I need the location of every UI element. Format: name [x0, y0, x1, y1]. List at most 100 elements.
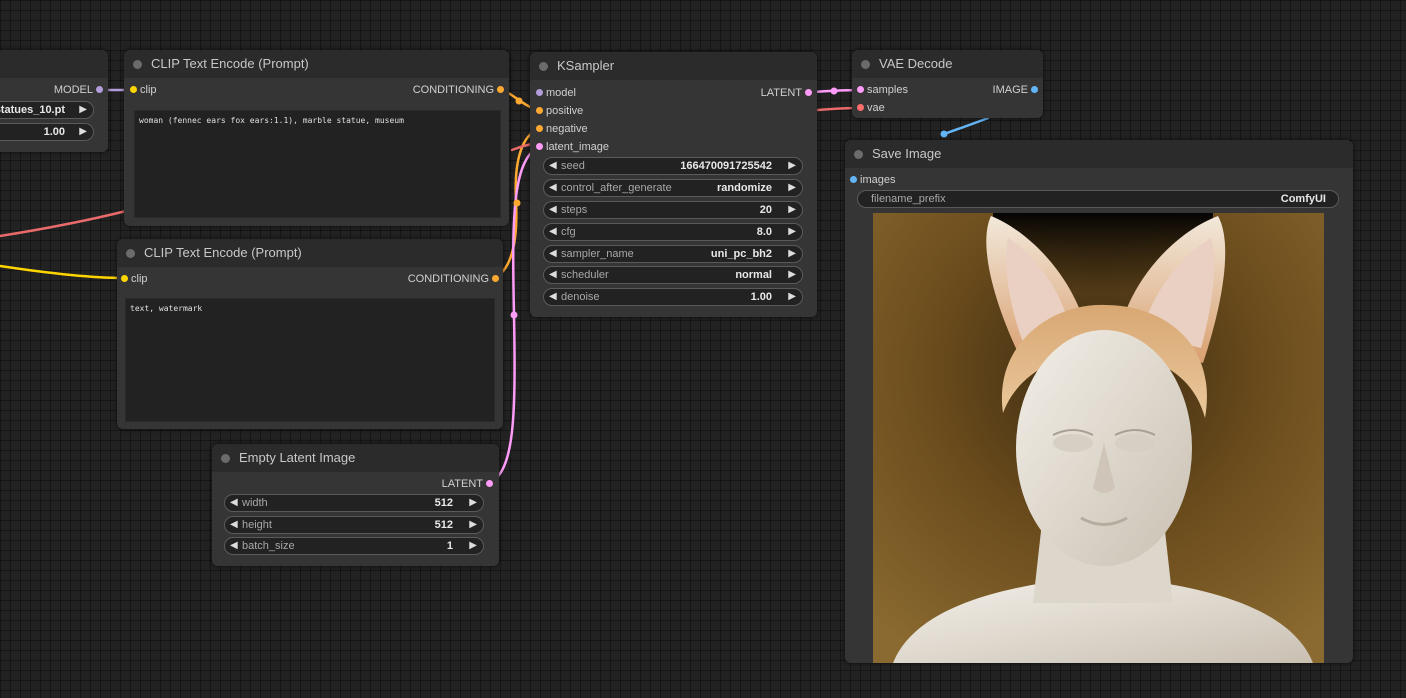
node-title-bar[interactable]: KSampler	[530, 52, 817, 80]
arrow-left-icon[interactable]: ◀	[549, 267, 557, 283]
empty-latent-image-node[interactable]: Empty Latent Image LATENT ◀ width 512 ▶ …	[212, 444, 499, 566]
model-slot-dot[interactable]	[96, 86, 103, 93]
widget-value: Statues_10.pt	[0, 104, 65, 116]
filename-prefix-widget[interactable]: filename_prefix ComfyUI	[857, 190, 1339, 208]
latent-slot-dot[interactable]	[805, 89, 812, 96]
input-slot-samples[interactable]: samples	[857, 83, 947, 97]
seed-widget[interactable]: ◀ seed 166470091725542 ▶	[543, 157, 803, 175]
steps-widget[interactable]: ◀ steps 20 ▶	[543, 201, 803, 219]
ksampler-node[interactable]: KSampler model positive negative latent_…	[530, 52, 817, 317]
latent-slot-dot[interactable]	[536, 143, 543, 150]
arrow-left-icon[interactable]: ◀	[230, 538, 238, 554]
strength-widget[interactable]: 1.00 ▶	[0, 123, 94, 141]
scheduler-widget[interactable]: ◀ scheduler normal ▶	[543, 266, 803, 284]
node-title-bar[interactable]: CLIP Text Encode (Prompt)	[117, 239, 503, 267]
wire-vae-to-ksampler-area	[510, 142, 534, 152]
collapse-dot-icon[interactable]	[126, 249, 135, 258]
collapse-dot-icon[interactable]	[133, 60, 142, 69]
output-slot-latent[interactable]: LATENT	[722, 86, 812, 100]
input-slot-clip[interactable]: clip	[121, 272, 201, 286]
arrow-right-icon[interactable]: ▶	[79, 102, 87, 118]
vae-slot-dot[interactable]	[857, 104, 864, 111]
input-slot-images[interactable]: images	[850, 173, 940, 187]
slot-label: positive	[546, 105, 584, 117]
slot-label: CONDITIONING	[407, 273, 489, 285]
input-slot-negative[interactable]: negative	[536, 122, 636, 136]
node-title-bar[interactable]: Empty Latent Image	[212, 444, 499, 472]
slot-label: IMAGE	[992, 84, 1028, 96]
arrow-right-icon[interactable]: ▶	[469, 517, 477, 533]
image-slot-dot[interactable]	[1031, 86, 1038, 93]
arrow-left-icon[interactable]: ◀	[549, 224, 557, 240]
arrow-left-icon[interactable]: ◀	[549, 202, 557, 218]
conditioning-slot-dot[interactable]	[536, 125, 543, 132]
reroute-dot	[830, 87, 838, 95]
arrow-right-icon[interactable]: ▶	[79, 124, 87, 140]
widget-name: scheduler	[561, 269, 609, 281]
slot-label: negative	[546, 123, 588, 135]
arrow-right-icon[interactable]: ▶	[788, 180, 796, 196]
cfg-widget[interactable]: ◀ cfg 8.0 ▶	[543, 223, 803, 241]
latent-slot-dot[interactable]	[486, 480, 493, 487]
node-title-bar[interactable]: Save Image	[845, 140, 1353, 168]
arrow-left-icon[interactable]: ◀	[549, 246, 557, 262]
input-slot-model[interactable]: model	[536, 86, 636, 100]
control-after-generate-widget[interactable]: ◀ control_after_generate randomize ▶	[543, 179, 803, 197]
image-slot-dot[interactable]	[850, 176, 857, 183]
widget-value: 20	[759, 204, 772, 216]
arrow-left-icon[interactable]: ◀	[230, 517, 238, 533]
generated-image-preview[interactable]	[873, 213, 1324, 663]
width-widget[interactable]: ◀ width 512 ▶	[224, 494, 484, 512]
denoise-widget[interactable]: ◀ denoise 1.00 ▶	[543, 288, 803, 306]
node-title-bar[interactable]	[0, 50, 108, 78]
arrow-right-icon[interactable]: ▶	[469, 495, 477, 511]
collapse-dot-icon[interactable]	[854, 150, 863, 159]
vae-decode-node[interactable]: VAE Decode samples vae IMAGE	[852, 50, 1043, 118]
input-slot-vae[interactable]: vae	[857, 101, 947, 115]
arrow-right-icon[interactable]: ▶	[788, 158, 796, 174]
arrow-left-icon[interactable]: ◀	[549, 289, 557, 305]
prompt-textarea[interactable]: text, watermark	[125, 298, 495, 422]
arrow-right-icon[interactable]: ▶	[788, 289, 796, 305]
height-widget[interactable]: ◀ height 512 ▶	[224, 516, 484, 534]
ckpt-name-widget[interactable]: Statues_10.pt ▶	[0, 101, 94, 119]
arrow-right-icon[interactable]: ▶	[469, 538, 477, 554]
arrow-left-icon[interactable]: ◀	[549, 180, 557, 196]
input-slot-clip[interactable]: clip	[130, 83, 210, 97]
collapse-dot-icon[interactable]	[861, 60, 870, 69]
slot-label: MODEL	[53, 84, 93, 96]
conditioning-slot-dot[interactable]	[536, 107, 543, 114]
output-slot-conditioning[interactable]: CONDITIONING	[379, 272, 499, 286]
conditioning-slot-dot[interactable]	[492, 275, 499, 282]
clip-text-encode-negative-node[interactable]: CLIP Text Encode (Prompt) clip CONDITION…	[117, 239, 503, 429]
prompt-textarea[interactable]: woman (fennec ears fox ears:1.1), marble…	[134, 110, 501, 218]
widget-value: 1	[446, 540, 453, 552]
arrow-right-icon[interactable]: ▶	[788, 267, 796, 283]
arrow-left-icon[interactable]: ◀	[549, 158, 557, 174]
node-title-bar[interactable]: CLIP Text Encode (Prompt)	[124, 50, 509, 78]
latent-slot-dot[interactable]	[857, 86, 864, 93]
sampler-name-widget[interactable]: ◀ sampler_name uni_pc_bh2 ▶	[543, 245, 803, 263]
output-slot-conditioning[interactable]: CONDITIONING	[384, 83, 504, 97]
arrow-right-icon[interactable]: ▶	[788, 246, 796, 262]
batch-size-widget[interactable]: ◀ batch_size 1 ▶	[224, 537, 484, 555]
widget-value: 166470091725542	[680, 160, 772, 172]
output-slot-model[interactable]: MODEL	[13, 83, 103, 97]
input-slot-positive[interactable]: positive	[536, 104, 636, 118]
save-image-node[interactable]: Save Image images filename_prefix ComfyU…	[845, 140, 1353, 663]
clip-slot-dot[interactable]	[130, 86, 137, 93]
clip-slot-dot[interactable]	[121, 275, 128, 282]
collapse-dot-icon[interactable]	[539, 62, 548, 71]
input-slot-latent-image[interactable]: latent_image	[536, 140, 636, 154]
arrow-right-icon[interactable]: ▶	[788, 224, 796, 240]
checkpoint-loader-node[interactable]: MODEL Statues_10.pt ▶ 1.00 ▶	[0, 50, 108, 152]
clip-text-encode-positive-node[interactable]: CLIP Text Encode (Prompt) clip CONDITION…	[124, 50, 509, 226]
collapse-dot-icon[interactable]	[221, 454, 230, 463]
conditioning-slot-dot[interactable]	[497, 86, 504, 93]
model-slot-dot[interactable]	[536, 89, 543, 96]
output-slot-latent[interactable]: LATENT	[403, 477, 493, 491]
arrow-left-icon[interactable]: ◀	[230, 495, 238, 511]
node-title-bar[interactable]: VAE Decode	[852, 50, 1043, 78]
arrow-right-icon[interactable]: ▶	[788, 202, 796, 218]
output-slot-image[interactable]: IMAGE	[958, 83, 1038, 97]
